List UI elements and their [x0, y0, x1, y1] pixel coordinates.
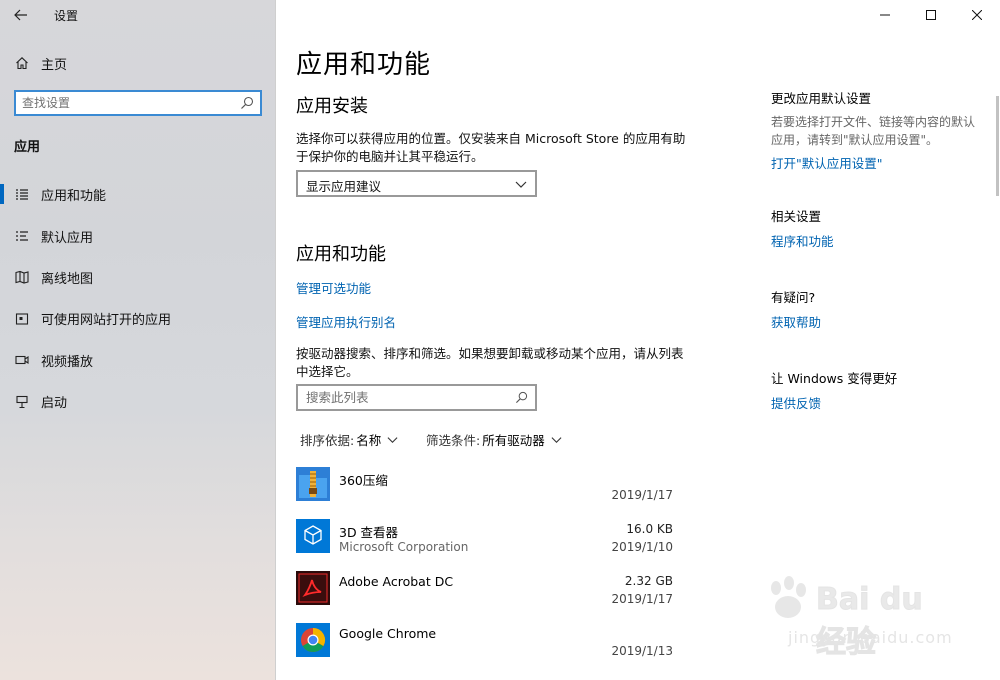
sidebar-item-default-apps[interactable]: 默认应用 [0, 215, 276, 256]
scrollbar[interactable] [996, 96, 999, 196]
defaults-text: 若要选择打开文件、链接等内容的默认应用，请转到"默认应用设置"。 [771, 115, 976, 147]
3d-viewer-icon [296, 519, 330, 553]
sidebar-item-label: 应用和功能 [41, 189, 107, 205]
sidebar-item-label: 可使用网站打开的应用 [41, 313, 172, 329]
app-title: 设置 [54, 9, 79, 23]
maximize-button[interactable] [908, 0, 954, 30]
chevron-down-icon [551, 437, 562, 444]
list-item[interactable]: Adobe Acrobat DC 2.32 GB 2019/1/17 [296, 567, 686, 619]
sidebar-item-label: 视频播放 [41, 354, 94, 370]
feedback-title: 让 Windows 变得更好 [771, 371, 898, 386]
close-button[interactable] [954, 0, 1000, 30]
chevron-down-icon [515, 181, 527, 188]
filter-dropdown[interactable]: 筛选条件: 所有驱动器 [426, 430, 562, 449]
window-controls [862, 0, 1000, 30]
search-icon[interactable] [240, 96, 254, 110]
sort-dropdown[interactable]: 排序依据: 名称 [300, 430, 398, 449]
sort-label: 排序依据: [300, 433, 355, 448]
app-date: 2019/1/17 [611, 488, 673, 502]
feedback-panel: 让 Windows 变得更好 提供反馈 [771, 368, 991, 412]
sidebar-item-label: 默认应用 [41, 230, 94, 246]
install-heading: 应用安装 [296, 96, 368, 117]
home-label: 主页 [41, 57, 68, 73]
offline-maps-icon [14, 269, 30, 285]
sidebar-nav: 应用和功能 默认应用 离线地图 可使用网站打开的应用 视频播放 启动 [0, 174, 276, 422]
main-content: 应用和功能 应用安装 选择你可以获得应用的位置。仅安装来自 Microsoft … [277, 0, 1000, 680]
app-date: 2019/1/17 [611, 592, 673, 606]
programs-features-link[interactable]: 程序和功能 [771, 231, 991, 250]
sidebar-item-label: 离线地图 [41, 271, 94, 287]
maximize-icon [926, 10, 936, 20]
list-item[interactable]: Google Chrome 2019/1/13 [296, 619, 686, 671]
app-source-dropdown[interactable]: 显示应用建议 [296, 170, 537, 197]
minimize-button[interactable] [862, 0, 908, 30]
sidebar-item-startup[interactable]: 启动 [0, 381, 276, 422]
search-icon[interactable] [515, 391, 528, 404]
video-playback-icon [14, 352, 30, 368]
settings-search-input[interactable] [22, 94, 232, 112]
apps-features-icon [14, 187, 30, 203]
help-title: 有疑问? [771, 290, 816, 305]
sidebar-home[interactable]: 主页 [0, 50, 276, 76]
filter-value: 所有驱动器 [482, 433, 545, 448]
defaults-title: 更改应用默认设置 [771, 91, 872, 106]
sidebar-item-video-playback[interactable]: 视频播放 [0, 340, 276, 381]
startup-icon [14, 394, 30, 410]
sidebar: 设置 主页 应用 应用和功能 默认应用 离线地图 [0, 0, 276, 680]
section-label: 应用 [14, 140, 41, 155]
360zip-icon [296, 467, 330, 501]
default-apps-icon [14, 228, 30, 244]
app-name: 3D 查看器 [339, 525, 399, 540]
related-title: 相关设置 [771, 209, 822, 224]
app-publisher: Microsoft Corporation [339, 540, 469, 554]
help-panel: 有疑问? 获取帮助 [771, 287, 991, 331]
install-description: 选择你可以获得应用的位置。仅安装来自 Microsoft Store 的应用有助… [296, 131, 686, 164]
give-feedback-link[interactable]: 提供反馈 [771, 393, 991, 412]
sidebar-topbar: 设置 [0, 0, 276, 30]
app-name: Google Chrome [339, 626, 437, 641]
manage-app-aliases-link[interactable]: 管理应用执行别名 [296, 312, 396, 331]
features-heading: 应用和功能 [296, 244, 386, 265]
manage-optional-features-link[interactable]: 管理可选功能 [296, 278, 371, 297]
sidebar-item-apps-features[interactable]: 应用和功能 [0, 174, 276, 215]
watermark: Bai du 经验 jingyan.baidu.com [758, 566, 952, 661]
watermark-url: jingyan.baidu.com [788, 628, 953, 647]
paw-icon [771, 576, 806, 618]
app-date: 2019/1/13 [611, 644, 673, 658]
app-size: 2.32 GB [624, 574, 673, 588]
page-title: 应用和功能 [296, 50, 432, 80]
sort-value: 名称 [356, 433, 382, 448]
minimize-icon [880, 14, 890, 16]
list-item[interactable]: 3D 查看器 Microsoft Corporation 16.0 KB 201… [296, 515, 686, 567]
sidebar-item-offline-maps[interactable]: 离线地图 [0, 257, 276, 298]
list-item[interactable]: 360压缩 2019/1/17 [296, 463, 686, 515]
related-panel: 相关设置 程序和功能 [771, 206, 991, 250]
back-button[interactable] [6, 3, 36, 27]
chevron-down-icon [387, 437, 398, 444]
open-default-apps-link[interactable]: 打开"默认应用设置" [771, 153, 991, 172]
settings-search[interactable] [14, 90, 262, 116]
sidebar-item-apps-for-websites[interactable]: 可使用网站打开的应用 [0, 298, 276, 339]
app-name: 360压缩 [339, 473, 388, 488]
dropdown-value: 显示应用建议 [306, 179, 382, 194]
list-search-input[interactable] [306, 389, 506, 406]
watermark-text: Bai du 经验 [816, 582, 924, 661]
selected-indicator [0, 184, 4, 204]
filter-label: 筛选条件: [426, 433, 481, 448]
sidebar-item-label: 启动 [41, 396, 68, 412]
chrome-icon [296, 623, 330, 657]
features-description: 按驱动器搜索、排序和筛选。如果想要卸载或移动某个应用，请从列表中选择它。 [296, 346, 684, 379]
back-arrow-icon [14, 9, 27, 21]
get-help-link[interactable]: 获取帮助 [771, 312, 991, 331]
acrobat-icon [296, 571, 330, 605]
apps-for-websites-icon [14, 311, 30, 327]
home-icon [14, 55, 30, 71]
app-name: Adobe Acrobat DC [339, 574, 454, 589]
app-size: 16.0 KB [626, 522, 673, 536]
close-icon [972, 10, 982, 20]
defaults-panel: 更改应用默认设置 若要选择打开文件、链接等内容的默认应用，请转到"默认应用设置"… [771, 88, 991, 172]
app-date: 2019/1/10 [611, 540, 673, 554]
app-list: 360压缩 2019/1/17 3D 查看器 Microsoft Corpora… [296, 463, 686, 671]
list-search[interactable] [296, 384, 537, 411]
